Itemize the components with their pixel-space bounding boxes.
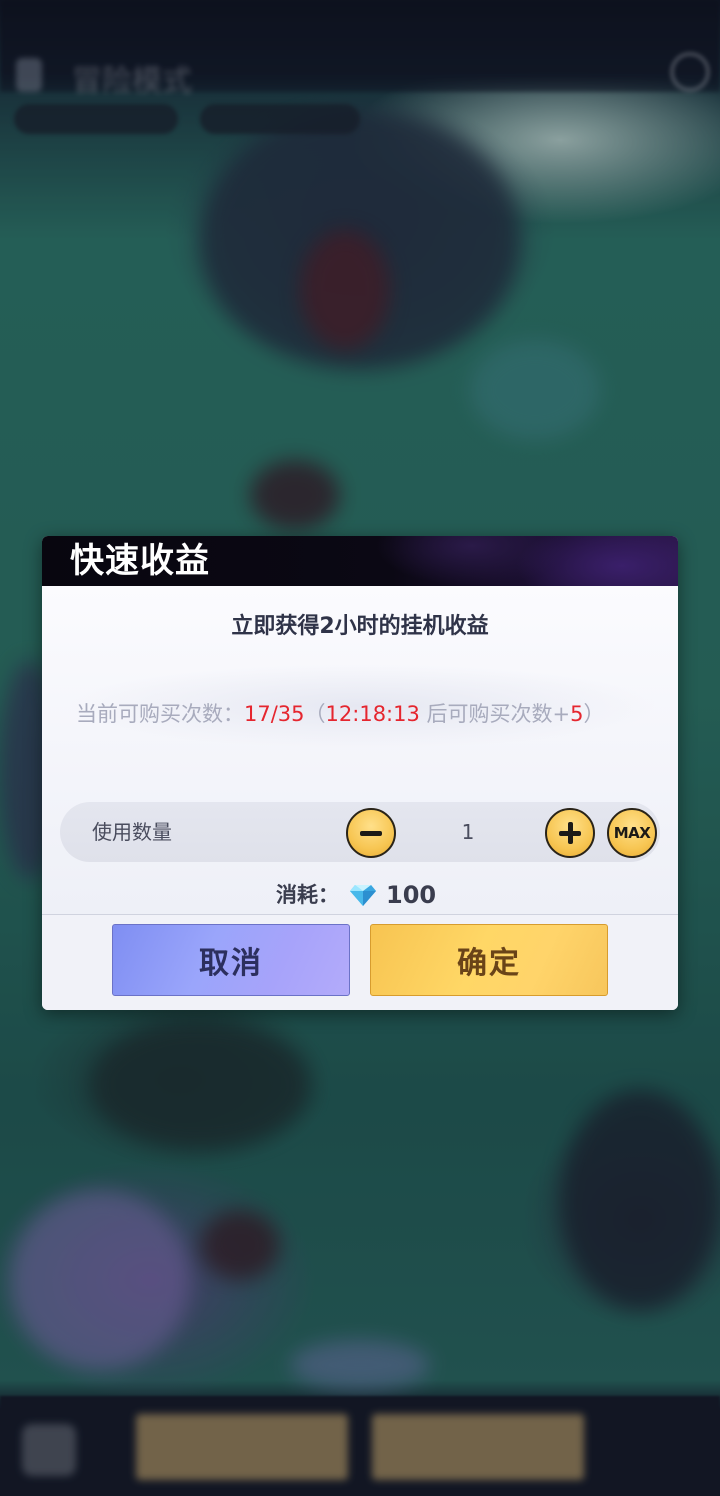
cost-label: 消耗：: [276, 883, 339, 907]
diamond-icon: [350, 885, 376, 906]
cancel-button[interactable]: 取消: [112, 924, 350, 996]
quantity-value: 1: [461, 820, 475, 844]
cancel-label: 取消: [199, 946, 263, 981]
dialog-title: 快速收益: [70, 541, 210, 581]
purchase-count: 17/35: [244, 702, 305, 726]
confirm-label: 确定: [457, 946, 521, 981]
decrease-button[interactable]: [346, 808, 396, 858]
increase-button[interactable]: [545, 808, 595, 858]
earnings-headline: 立即获得2小时的挂机收益: [231, 614, 489, 639]
quantity-label: 使用数量: [92, 820, 172, 844]
refresh-timer: 12:18:13: [325, 702, 420, 726]
max-button[interactable]: MAX: [607, 808, 657, 858]
bonus-count: 5: [570, 702, 584, 726]
confirm-button[interactable]: 确定: [370, 924, 608, 996]
cost-value: 100: [386, 881, 437, 909]
purchase-count-line: 当前可购买次数：17/35（12:18:13 后可购买次数+5）: [76, 698, 605, 730]
open-paren: （: [304, 702, 326, 726]
minus-icon: [360, 830, 382, 836]
max-label: MAX: [613, 824, 651, 842]
plus-icon: [559, 822, 581, 844]
count-prefix: 当前可购买次数：: [76, 702, 244, 726]
timer-suffix: 后可购买次数+: [419, 702, 571, 726]
close-paren: ）: [583, 702, 605, 726]
dialog-header: 快速收益: [42, 536, 678, 586]
